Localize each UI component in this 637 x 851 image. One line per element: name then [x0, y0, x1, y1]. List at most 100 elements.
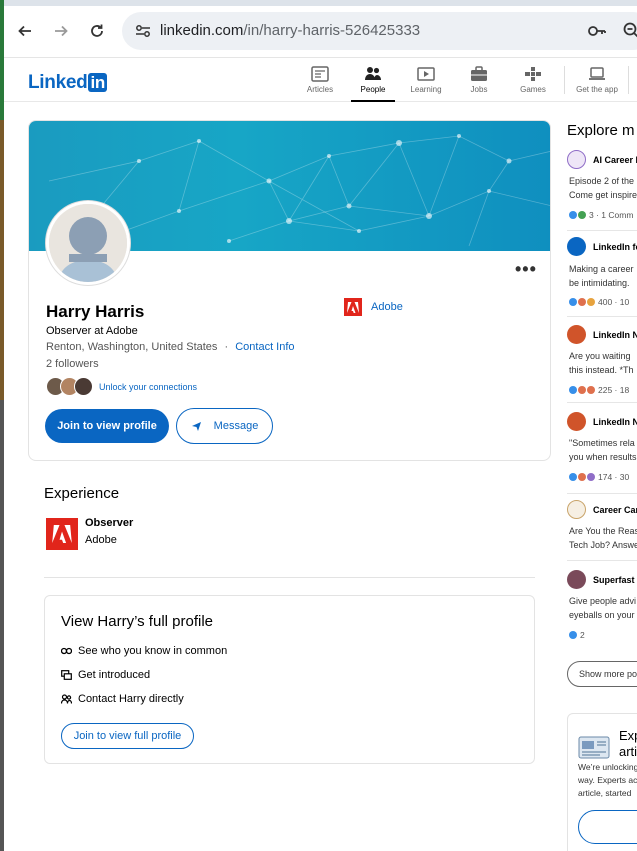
profile-headline: Observer at Adobe — [46, 325, 138, 337]
post-author-name: LinkedIn N — [593, 329, 637, 340]
url-host: linkedin.com — [160, 22, 244, 39]
nav-label: Get the app — [576, 85, 618, 94]
join-to-view-full-profile-button[interactable]: Join to view full profile — [61, 723, 194, 749]
contact-info-link[interactable]: Contact Info — [235, 341, 294, 353]
default-person-icon — [49, 204, 127, 282]
post-text: eyeballs on your — [569, 610, 635, 620]
article-illustration-icon — [578, 736, 610, 759]
full-profile-benefit: See who you know in common — [61, 645, 227, 657]
author-avatar — [567, 150, 586, 169]
address-bar[interactable]: linkedin.com/in/harry-harris-526425333 — [122, 12, 637, 50]
unlock-connections-link[interactable]: Unlock your connections — [99, 382, 197, 392]
expert-card-button[interactable] — [578, 810, 637, 844]
nav-games[interactable]: Games — [507, 66, 559, 94]
forward-button[interactable] — [48, 18, 74, 44]
post-reactions: 225 · 18 — [569, 385, 629, 395]
love-reaction-icon — [578, 473, 586, 481]
back-button[interactable] — [12, 18, 38, 44]
post-author-name: Superfast I — [593, 574, 637, 585]
site-info-icon[interactable] — [134, 22, 152, 40]
nav-label: Jobs — [470, 85, 488, 94]
post-text: Making a career — [569, 264, 634, 274]
like-reaction-icon — [569, 298, 577, 306]
post-author: Career Car — [567, 500, 637, 519]
zoom-icon[interactable] — [622, 21, 637, 41]
profile-location: Renton, Washington, United States — [46, 341, 218, 353]
benefit-label: Get introduced — [78, 669, 151, 681]
get-app-icon — [589, 67, 605, 80]
author-avatar — [567, 500, 586, 519]
reload-button[interactable] — [84, 18, 110, 44]
post-reactions: 3 · 1 Comm — [569, 210, 633, 220]
nav-learning[interactable]: Learning — [400, 66, 452, 94]
learning-icon — [417, 67, 435, 81]
full-profile-benefit: Get introduced — [61, 669, 150, 681]
message-button[interactable]: Message — [176, 408, 273, 444]
more-options-button[interactable]: ••• — [515, 259, 537, 280]
expert-articles-card: Exp arti We’re unlocking way. Experts ac… — [567, 713, 637, 851]
post-text: Tech Job? Answe — [569, 540, 637, 550]
benefit-label: Contact Harry directly — [78, 693, 184, 705]
jobs-icon — [471, 66, 487, 81]
introduce-icon — [61, 670, 72, 680]
games-icon — [525, 67, 541, 81]
post-author: Superfast I — [567, 570, 637, 589]
linkedin-logo[interactable]: Linked in — [28, 72, 107, 94]
curious-reaction-icon — [587, 473, 595, 481]
contact-icon — [61, 694, 72, 704]
nav-articles[interactable]: Articles — [294, 66, 346, 94]
expert-card-text: We’re unlocking — [578, 762, 637, 772]
post-text: Give people advi — [569, 596, 637, 606]
author-avatar — [567, 237, 586, 256]
post-reactions: 174 · 30 — [569, 472, 629, 482]
nav-label: Learning — [410, 85, 442, 94]
section-divider — [44, 577, 535, 578]
view-full-profile-card: View Harry’s full profile See who you kn… — [44, 595, 535, 764]
post-text: you when results — [569, 452, 637, 462]
password-key-icon[interactable] — [587, 21, 607, 41]
nav-label: Articles — [306, 85, 334, 94]
browser-toolbar: linkedin.com/in/harry-harris-526425333 — [4, 0, 637, 58]
adobe-logo-icon — [344, 298, 362, 316]
avatar[interactable] — [46, 201, 130, 285]
profile-card: ••• Harry Harris Observer at Adobe Rento… — [28, 120, 551, 461]
url-text: linkedin.com/in/harry-harris-526425333 — [160, 22, 420, 39]
adobe-logo-icon[interactable] — [46, 518, 78, 550]
nav-label: People — [360, 85, 386, 94]
connection-avatar — [74, 377, 93, 396]
show-more-posts-button[interactable]: Show more po — [567, 661, 637, 687]
connection-avatars[interactable] — [46, 377, 94, 397]
post-author-name: LinkedIn fo — [593, 241, 637, 252]
expert-card-title-line: Exp — [619, 728, 637, 743]
reload-icon — [91, 24, 103, 37]
full-profile-title: View Harry’s full profile — [61, 613, 213, 630]
post-divider — [567, 230, 637, 231]
experience-heading: Experience — [44, 485, 120, 502]
love-reaction-icon — [578, 386, 586, 394]
arrow-left-icon — [18, 25, 31, 37]
like-reaction-icon — [569, 211, 577, 219]
nav-people[interactable]: People — [347, 66, 399, 102]
experience-company[interactable]: Adobe — [85, 534, 117, 546]
nav-jobs[interactable]: Jobs — [453, 66, 505, 94]
nav-get-app[interactable]: Get the app — [571, 66, 623, 94]
reaction-count: 3 · 1 Comm — [589, 210, 634, 220]
post-reactions: 400 · 10 — [569, 297, 629, 307]
author-avatar — [567, 412, 586, 431]
nav-divider — [564, 66, 565, 94]
post-divider — [567, 402, 637, 403]
nav-divider — [628, 66, 629, 94]
like-reaction-icon — [569, 386, 577, 394]
experience-role: Observer — [85, 517, 134, 529]
post-text: be intimidating. — [569, 278, 630, 288]
join-to-view-profile-button[interactable]: Join to view profile — [45, 409, 169, 443]
post-divider — [567, 493, 637, 494]
post-text: this instead. *Th — [569, 365, 634, 375]
reaction-count: 174 · 30 — [598, 472, 630, 482]
logo-text: Linked — [28, 72, 88, 93]
current-company[interactable]: Adobe — [344, 298, 403, 316]
full-profile-benefit: Contact Harry directly — [61, 693, 184, 705]
post-text: Are You the Reas — [569, 526, 637, 536]
location-separator: · — [224, 341, 229, 353]
reaction-count: 400 · 10 — [598, 297, 630, 307]
